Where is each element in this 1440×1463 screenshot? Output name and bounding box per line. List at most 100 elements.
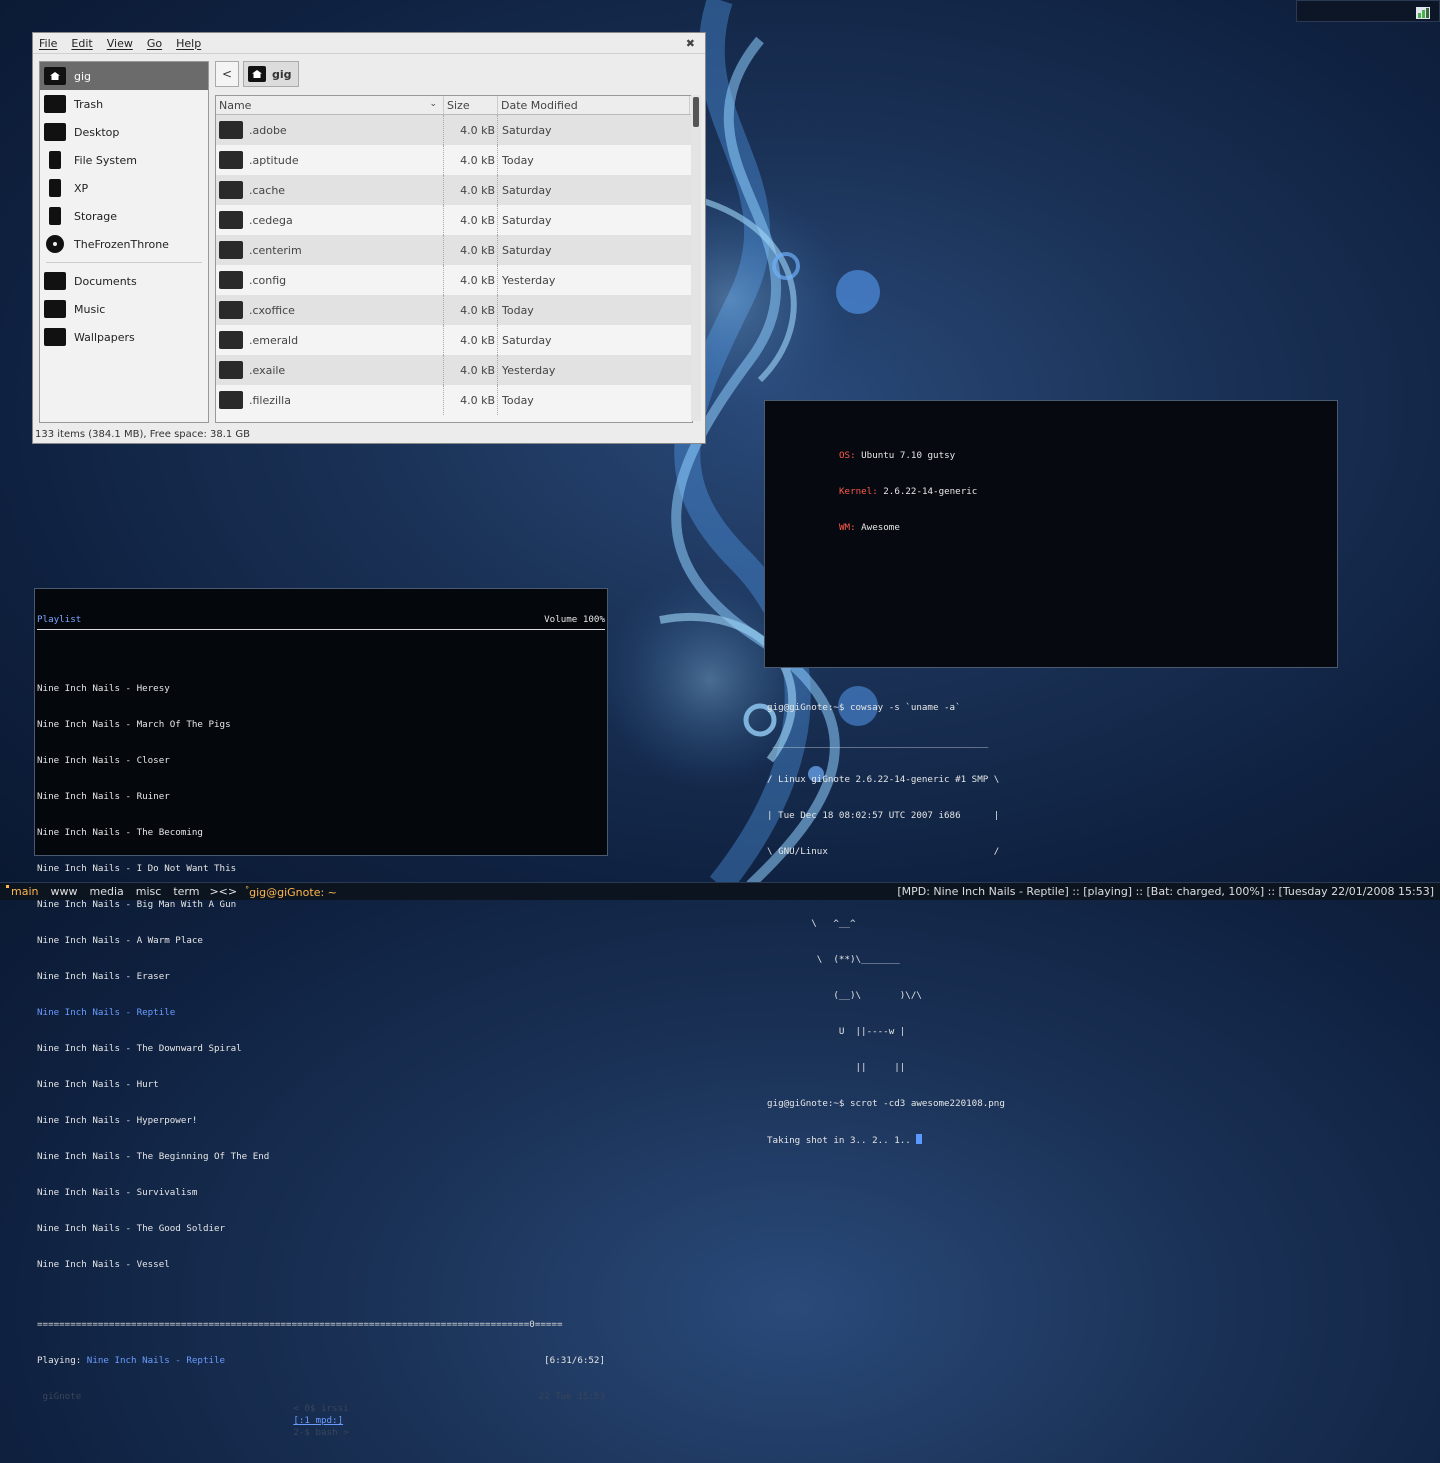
info-label: OS: <box>839 450 856 461</box>
layout-indicator[interactable]: ><> <box>205 885 241 898</box>
sidebar-item-wallpapers[interactable]: Wallpapers <box>40 323 208 351</box>
sidebar-item-trash[interactable]: Trash <box>40 90 208 118</box>
file-date: Saturday <box>502 243 552 257</box>
playlist-track[interactable]: Nine Inch Nails - The Downward Spiral <box>37 1043 605 1055</box>
file-rows: .adobe 4.0 kB Saturday .aptitude 4.0 kB Toda… <box>216 115 692 415</box>
sidebar-item-file-system[interactable]: File System <box>40 146 208 174</box>
screen-window[interactable]: < 0$ irssi <box>293 1403 348 1414</box>
playlist: Nine Inch Nails - Heresy Nine Inch Nails… <box>37 659 605 1295</box>
playlist-title: Playlist <box>37 614 82 625</box>
playlist-track[interactable]: Nine Inch Nails - Ruiner <box>37 791 605 803</box>
scrollbar-thumb[interactable] <box>693 97 699 127</box>
file-name: .cache <box>249 183 286 197</box>
focused-window-title[interactable]: °gig@giGnote: ~ <box>241 885 341 899</box>
file-date: Today <box>502 393 534 407</box>
menu-view[interactable]: View <box>107 37 133 50</box>
file-row[interactable]: .cxoffice 4.0 kB Today <box>216 295 692 325</box>
sidebar-item-music[interactable]: Music <box>40 295 208 323</box>
file-row[interactable]: .aptitude 4.0 kB Today <box>216 145 692 175</box>
playlist-track[interactable]: Nine Inch Nails - Heresy <box>37 683 605 695</box>
cdrom-icon <box>46 235 64 253</box>
playlist-track[interactable]: Nine Inch Nails - The Beginning Of The E… <box>37 1151 605 1163</box>
sidebar-item-storage[interactable]: Storage <box>40 202 208 230</box>
network-icon[interactable] <box>1415 4 1431 20</box>
playlist-track[interactable]: Nine Inch Nails - The Good Soldier <box>37 1223 605 1235</box>
playlist-track[interactable]: Nine Inch Nails - Hyperpower! <box>37 1115 605 1127</box>
tag-www[interactable]: www <box>44 883 83 900</box>
screen-window[interactable]: 2-$ bash > <box>293 1427 348 1438</box>
column-date-modified[interactable]: Date Modified <box>498 96 690 114</box>
menu-edit[interactable]: Edit <box>71 37 92 50</box>
tag-media[interactable]: media <box>83 883 129 900</box>
folder-icon <box>219 391 243 409</box>
file-list-scrollbar[interactable] <box>691 95 701 421</box>
file-date: Saturday <box>502 213 552 227</box>
menu-go[interactable]: Go <box>147 37 162 50</box>
sidebar-item-gig[interactable]: gig <box>40 62 208 90</box>
terminal-line: \ ^__^ <box>767 918 856 929</box>
tag-main[interactable]: main <box>0 883 44 900</box>
file-name: .emerald <box>249 333 299 347</box>
file-row[interactable]: .centerim 4.0 kB Saturday <box>216 235 692 265</box>
file-name: .config <box>249 273 287 287</box>
column-size[interactable]: Size <box>444 96 498 114</box>
file-row[interactable]: .emerald 4.0 kB Saturday <box>216 325 692 355</box>
tag-term[interactable]: term <box>167 883 205 900</box>
file-row[interactable]: .filezilla 4.0 kB Today <box>216 385 692 415</box>
playlist-track[interactable]: Nine Inch Nails - Vessel <box>37 1259 605 1271</box>
file-size: 4.0 kB <box>444 115 498 145</box>
playlist-track[interactable]: Nine Inch Nails - A Warm Place <box>37 935 605 947</box>
file-list: Name ⌄ Size Date Modified .adobe 4.0 kB Sa… <box>215 95 693 423</box>
sidebar-item-xp[interactable]: XP <box>40 174 208 202</box>
progress-bar[interactable]: ========================================… <box>37 1319 605 1331</box>
file-row[interactable]: .exaile 4.0 kB Yesterday <box>216 355 692 385</box>
sidebar-item-label: Storage <box>74 209 118 223</box>
tag-misc[interactable]: misc <box>130 883 168 900</box>
home-folder-icon <box>44 67 66 85</box>
folder-icon <box>44 300 66 318</box>
file-size: 4.0 kB <box>444 265 498 295</box>
playlist-track[interactable]: Nine Inch Nails - The Becoming <box>37 827 605 839</box>
sidebar-item-label: Documents <box>74 274 137 288</box>
playlist-track[interactable]: Nine Inch Nails - Closer <box>37 755 605 767</box>
info-label: Kernel: <box>839 486 878 497</box>
playlist-track[interactable]: Nine Inch Nails - Hurt <box>37 1079 605 1091</box>
terminal-line: \ (**)\_______ <box>767 954 900 965</box>
places-sidebar: gig Trash Desktop File System XP Storage… <box>39 61 209 423</box>
sidebar-item-desktop[interactable]: Desktop <box>40 118 208 146</box>
playlist-track[interactable]: Nine Inch Nails - I Do Not Want This <box>37 863 605 875</box>
window-title-text: gig@giGnote: ~ <box>249 885 337 899</box>
playlist-track-current[interactable]: Nine Inch Nails - Reptile <box>37 1007 605 1019</box>
menu-help[interactable]: Help <box>176 37 201 50</box>
file-row[interactable]: .cache 4.0 kB Saturday <box>216 175 692 205</box>
terminal-window[interactable]: OS: Ubuntu 7.10 gutsy Kernel: 2.6.22-14-… <box>764 400 1338 1146</box>
playlist-track[interactable]: Nine Inch Nails - Survivalism <box>37 1187 605 1199</box>
menu-file[interactable]: File <box>39 37 57 50</box>
status-bar: 133 items (384.1 MB), Free space: 38.1 G… <box>35 429 251 440</box>
wm-statusbar: main www media misc term ><> °gig@giGnot… <box>0 882 1440 900</box>
breadcrumb-gig[interactable]: gig <box>243 61 299 87</box>
screen-window-active[interactable]: [:1 mpd:] <box>293 1415 343 1426</box>
sidebar-item-label: Music <box>74 302 106 316</box>
back-button[interactable]: < <box>215 61 239 87</box>
list-header: Name ⌄ Size Date Modified <box>216 96 692 115</box>
sidebar-item-label: File System <box>74 153 137 167</box>
music-player-window[interactable]: Playlist Volume 100% Nine Inch Nails - H… <box>34 588 608 1438</box>
terminal-line: || || <box>767 1062 906 1073</box>
file-name: .cxoffice <box>249 303 295 317</box>
system-info: OS: Ubuntu 7.10 gutsy Kernel: 2.6.22-14-… <box>767 426 1335 558</box>
file-row[interactable]: .adobe 4.0 kB Saturday <box>216 115 692 145</box>
playlist-track[interactable]: Nine Inch Nails - Eraser <box>37 971 605 983</box>
file-row[interactable]: .config 4.0 kB Yesterday <box>216 265 692 295</box>
file-row[interactable]: .cedega 4.0 kB Saturday <box>216 205 692 235</box>
sidebar-item-thefrozenthrone[interactable]: TheFrozenThrone <box>40 230 208 258</box>
column-name[interactable]: Name ⌄ <box>216 96 444 114</box>
playlist-track[interactable]: Nine Inch Nails - Big Man With A Gun <box>37 899 605 911</box>
folder-icon <box>219 271 243 289</box>
sidebar-item-documents[interactable]: Documents <box>40 267 208 295</box>
folder-icon <box>219 211 243 229</box>
close-icon[interactable]: ✖ <box>686 37 695 50</box>
playlist-track[interactable]: Nine Inch Nails - March Of The Pigs <box>37 719 605 731</box>
drive-icon <box>49 207 61 225</box>
screen-host: giGnote <box>37 1391 82 1402</box>
